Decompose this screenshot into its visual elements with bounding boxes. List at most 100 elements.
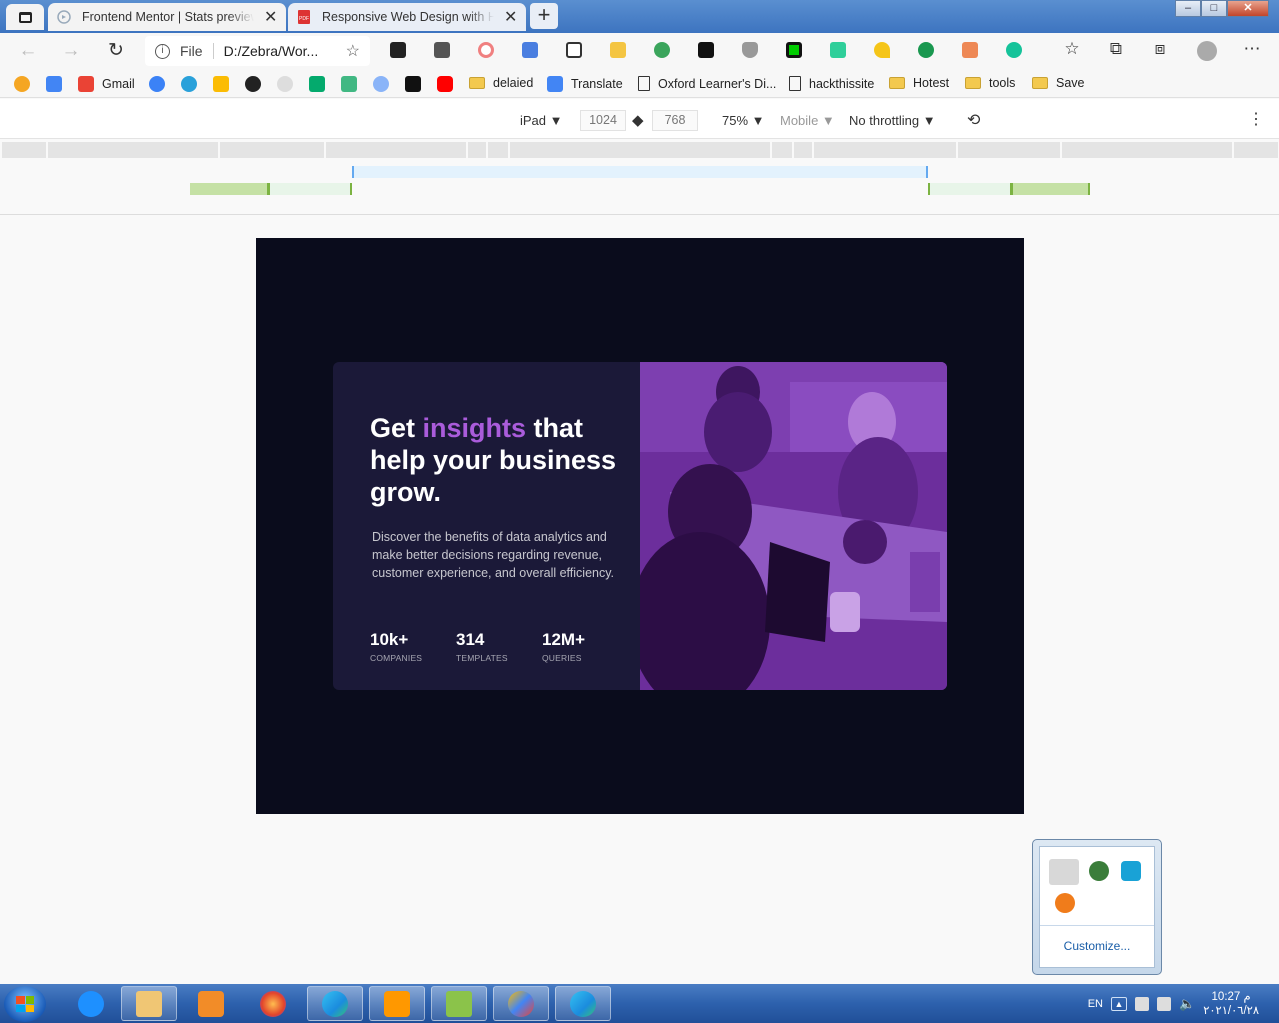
bookmark-vue[interactable] (341, 76, 357, 92)
bookmark-save[interactable]: Save (1032, 76, 1085, 90)
height-input[interactable]: 768 (652, 110, 698, 131)
maximize-button[interactable]: □ (1201, 0, 1227, 17)
breakpoint-bar-tablet[interactable] (352, 166, 928, 178)
bookmark-cloud[interactable] (373, 76, 389, 92)
translate-extension-icon[interactable] (522, 42, 538, 58)
taskbar-notepad[interactable] (431, 986, 487, 1021)
breakpoint-bar-left-2[interactable] (270, 183, 352, 195)
tab-frontend-mentor[interactable]: Frontend Mentor | Stats preview card ✕ (48, 3, 286, 31)
tab-responsive-web-design[interactable]: PDF Responsive Web Design with HTML ✕ (288, 3, 526, 31)
zoom-select[interactable]: 75% ▼ (722, 113, 765, 128)
bookmark-b2[interactable] (277, 76, 293, 92)
taskbar-app[interactable] (493, 986, 549, 1021)
start-button[interactable] (4, 986, 46, 1022)
close-tab-icon[interactable]: ✕ (504, 7, 518, 27)
network-icon[interactable] (1157, 997, 1171, 1011)
breakpoint-bar-right-1[interactable] (928, 183, 1010, 195)
refresh-icon[interactable]: ↻ (104, 40, 128, 64)
grammarly-extension-icon[interactable] (1006, 42, 1022, 58)
language-indicator[interactable]: EN (1088, 998, 1103, 1010)
taskbar-media[interactable] (183, 986, 239, 1021)
stat-value: 314 (456, 630, 485, 649)
bookmark-oxford[interactable]: Oxford Learner's Di... (638, 76, 776, 91)
device-select[interactable]: iPad ▼ (520, 113, 563, 128)
taskbar-edge-1[interactable] (307, 986, 363, 1021)
sync-tray-icon[interactable] (1121, 861, 1141, 881)
tab-actions-icon (18, 11, 32, 23)
rotate-icon[interactable]: ⟲ (967, 110, 980, 130)
code-extension-icon[interactable] (786, 42, 802, 58)
pen-tray-icon[interactable] (1049, 859, 1079, 885)
bookmark-gmail[interactable]: Gmail (78, 76, 135, 92)
device-more-icon[interactable]: ⋮ (1248, 109, 1264, 129)
bookmark-hn[interactable] (405, 76, 421, 92)
heading-text: Get (370, 413, 423, 443)
close-window-button[interactable]: ✕ (1227, 0, 1269, 17)
tv-extension-icon[interactable] (962, 42, 978, 58)
chat-extension-icon[interactable] (830, 42, 846, 58)
bookmark-translate[interactable]: Translate (547, 76, 623, 92)
record-extension-icon[interactable] (478, 42, 494, 58)
taskbar-ie[interactable] (63, 986, 119, 1021)
taskbar-explorer[interactable] (121, 986, 177, 1021)
taskbar-sublime[interactable] (369, 986, 425, 1021)
address-bar[interactable]: i File D:/Zebra/Wor... ☆ (145, 36, 370, 66)
bookmark-label: Hotest (913, 76, 950, 90)
address-url[interactable]: D:/Zebra/Wor... (224, 43, 336, 59)
throttling-select[interactable]: No throttling ▼ (849, 113, 936, 128)
notion-extension-icon[interactable] (390, 42, 406, 58)
site-info-icon[interactable]: i (155, 43, 170, 59)
avast-tray-icon[interactable] (1055, 893, 1075, 913)
analytics-extension-icon[interactable] (434, 42, 450, 58)
favorites-icon[interactable]: ☆ (1061, 39, 1083, 59)
bookmark-calendar[interactable] (46, 76, 62, 92)
bookmark-github[interactable] (245, 76, 261, 92)
tab-actions-button[interactable] (6, 4, 44, 30)
action-center-icon[interactable] (1135, 997, 1149, 1011)
grid-extension-icon[interactable] (610, 42, 626, 58)
stat-label: COMPANIES (370, 653, 423, 663)
pip-extension-icon[interactable] (566, 42, 582, 58)
minimize-button[interactable]: – (1175, 0, 1201, 17)
extensions-icon[interactable]: ⧈ (1149, 39, 1171, 59)
bookmark-youtube[interactable] (437, 76, 453, 92)
breakpoint-bar-left-1[interactable] (190, 183, 270, 195)
bookmark-label: Translate (571, 77, 623, 91)
shield-extension-icon[interactable] (742, 42, 758, 58)
app-icon (508, 990, 534, 1017)
show-hidden-icons-icon[interactable]: ▲ (1111, 997, 1127, 1011)
close-tab-icon[interactable]: ✕ (264, 7, 278, 27)
collections-icon[interactable]: ⧉ (1105, 39, 1127, 59)
tab-title: Frontend Mentor | Stats preview card (82, 10, 254, 24)
add-favorite-icon[interactable]: ☆ (346, 41, 360, 61)
bookmark-telegram[interactable] (181, 76, 197, 92)
breakpoint-bar-right-2[interactable] (1010, 183, 1090, 195)
timer-extension-icon[interactable] (654, 42, 670, 58)
dev-extension-icon[interactable] (698, 42, 714, 58)
bookmark-b1[interactable] (149, 76, 165, 92)
taskbar-clock[interactable]: 10:27 م ٢٠٢١/٠٦/٢٨ (1203, 990, 1259, 1018)
forward-arrow-icon[interactable]: → (59, 40, 83, 64)
new-tab-button[interactable]: + (530, 3, 558, 29)
back-arrow-icon[interactable]: ← (16, 40, 40, 64)
bookmark-keep[interactable] (213, 76, 229, 92)
office-photo-image (640, 362, 947, 690)
bookmark-hotest[interactable]: Hotest (889, 76, 949, 90)
bookmark-tools[interactable]: tools (965, 76, 1015, 90)
bookmark-w3[interactable] (309, 76, 325, 92)
width-input[interactable]: 1024 (580, 110, 626, 131)
profile-avatar[interactable] (1197, 41, 1217, 61)
customize-link[interactable]: Customize... (1040, 939, 1154, 953)
volume-icon[interactable]: 🔈 (1179, 996, 1195, 1012)
taskbar-firefox[interactable] (245, 986, 301, 1021)
more-menu-icon[interactable]: ⋯ (1241, 39, 1263, 59)
device-type-select[interactable]: Mobile ▼ (780, 113, 835, 128)
globe-tray-icon[interactable] (1089, 861, 1109, 881)
adblock-extension-icon[interactable] (918, 42, 934, 58)
bookmark-delaied[interactable]: delaied (469, 76, 533, 90)
bookmark-hackthissite[interactable]: hackthissite (789, 76, 874, 91)
vpn-extension-icon[interactable] (874, 42, 890, 58)
bookmark-clock[interactable] (14, 76, 30, 92)
media-query-bar[interactable] (2, 142, 1278, 158)
taskbar-edge-2[interactable] (555, 986, 611, 1021)
